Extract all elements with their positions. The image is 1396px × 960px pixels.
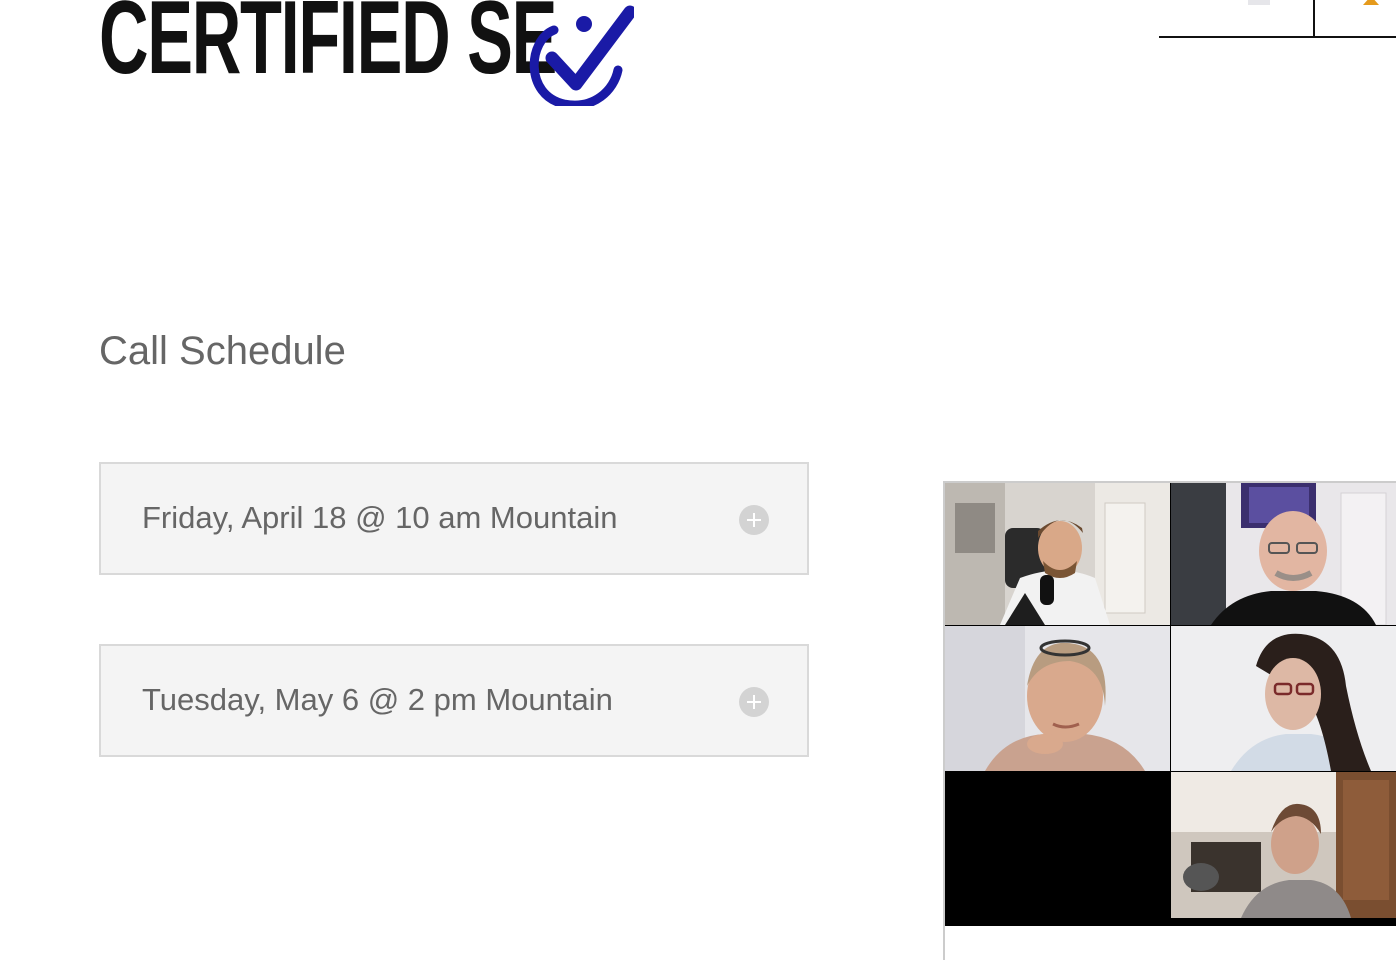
nav-item-language[interactable]: [1159, 0, 1315, 36]
accordion-label: Tuesday, May 6 @ 2 pm Mountain: [142, 682, 613, 717]
schedule-accordion-item[interactable]: Friday, April 18 @ 10 am Mountain: [99, 462, 809, 575]
page-title: Call Schedule: [99, 329, 346, 373]
plus-circle-icon[interactable]: [739, 687, 769, 717]
nav-item-alert[interactable]: [1315, 0, 1396, 36]
video-tile-participant-2: [1171, 483, 1396, 625]
video-call-preview[interactable]: [943, 481, 1396, 960]
video-tile-participant-6: [1171, 772, 1396, 918]
video-grid: [945, 483, 1396, 926]
site-logo[interactable]: CERTIFIED SE: [99, 0, 879, 90]
schedule-accordion-item[interactable]: Tuesday, May 6 @ 2 pm Mountain: [99, 644, 809, 757]
video-tile-participant-3: [945, 626, 1170, 771]
video-tile-participant-1: [945, 483, 1170, 625]
top-nav: [1159, 0, 1396, 38]
flag-icon: [1248, 0, 1270, 5]
plus-circle-icon[interactable]: [739, 505, 769, 535]
video-tile-camera-off: [945, 772, 1170, 926]
video-tile-participant-4: [1171, 626, 1396, 771]
checkmark-logo-icon: [529, 5, 634, 106]
accordion-label: Friday, April 18 @ 10 am Mountain: [142, 500, 618, 535]
warning-icon: [1363, 0, 1379, 5]
